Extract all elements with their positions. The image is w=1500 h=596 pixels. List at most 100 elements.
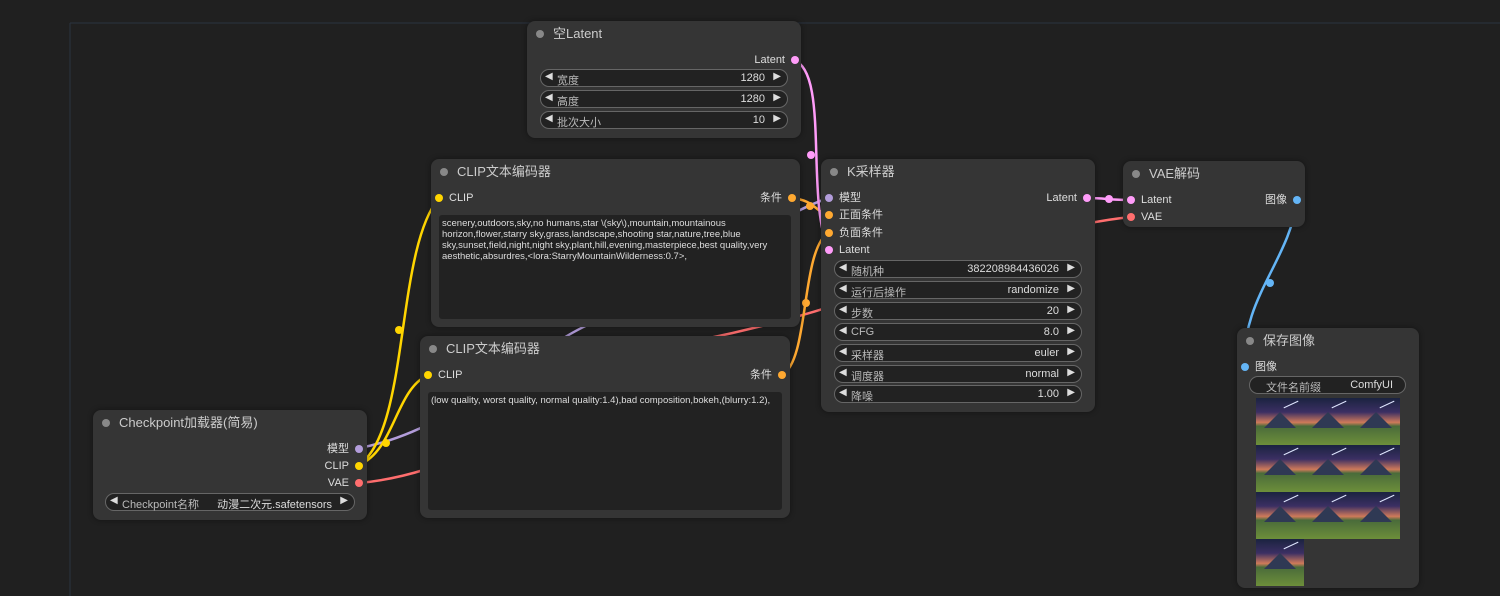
conditioning-pin-icon[interactable]	[825, 211, 833, 219]
node-title[interactable]: 空Latent	[527, 21, 801, 47]
latent-pin-icon[interactable]	[825, 246, 833, 254]
conditioning-pin-icon[interactable]	[778, 371, 786, 379]
output-latent[interactable]: Latent	[754, 53, 799, 67]
next-arrow-icon[interactable]: ▶	[1067, 346, 1075, 357]
vae-pin-icon[interactable]	[1127, 213, 1135, 221]
input-image[interactable]: 图像	[1241, 360, 1277, 374]
denoise-widget[interactable]: ◀ 降噪 1.00 ▶	[834, 385, 1082, 403]
decrement-arrow-icon[interactable]: ◀	[839, 262, 847, 273]
node-clip-text-positive[interactable]: CLIP文本编码器 CLIP 条件 scenery,outdoors,sky,n…	[431, 159, 800, 327]
prev-arrow-icon[interactable]: ◀	[839, 367, 847, 378]
input-vae[interactable]: VAE	[1127, 210, 1162, 224]
increment-arrow-icon[interactable]: ▶	[1067, 262, 1075, 273]
node-title[interactable]: Checkpoint加载器(简易)	[93, 410, 367, 436]
output-clip[interactable]: CLIP	[325, 459, 363, 473]
sampler-widget[interactable]: ◀ 采样器 euler ▶	[834, 344, 1082, 362]
preview-thumbnail[interactable]	[1304, 398, 1352, 445]
increment-arrow-icon[interactable]: ▶	[1067, 387, 1075, 398]
height-widget[interactable]: ◀ 高度 1280 ▶	[540, 90, 788, 108]
prev-arrow-icon[interactable]: ◀	[110, 495, 118, 506]
collapse-dot-icon[interactable]	[429, 345, 437, 353]
batch-size-widget[interactable]: ◀ 批次大小 10 ▶	[540, 111, 788, 129]
input-negative[interactable]: 负面条件	[825, 226, 883, 240]
output-vae[interactable]: VAE	[328, 476, 363, 490]
cfg-widget[interactable]: ◀ CFG 8.0 ▶	[834, 323, 1082, 341]
prompt-textarea[interactable]: (low quality, worst quality, normal qual…	[428, 392, 782, 510]
preview-thumbnail[interactable]	[1352, 398, 1400, 445]
increment-arrow-icon[interactable]: ▶	[773, 92, 781, 103]
preview-thumbnail[interactable]	[1256, 445, 1304, 492]
next-arrow-icon[interactable]: ▶	[1067, 367, 1075, 378]
clip-pin-icon[interactable]	[435, 194, 443, 202]
decrement-arrow-icon[interactable]: ◀	[839, 325, 847, 336]
output-model[interactable]: 模型	[327, 442, 363, 456]
conditioning-pin-icon[interactable]	[788, 194, 796, 202]
scheduler-widget[interactable]: ◀ 调度器 normal ▶	[834, 365, 1082, 383]
prev-arrow-icon[interactable]: ◀	[839, 283, 847, 294]
image-pin-icon[interactable]	[1293, 196, 1301, 204]
preview-thumbnail[interactable]	[1256, 492, 1304, 539]
node-checkpoint-loader[interactable]: Checkpoint加载器(简易) 模型 CLIP VAE ◀ Checkpoin…	[93, 410, 367, 520]
preview-thumbnail[interactable]	[1256, 398, 1304, 445]
steps-widget[interactable]: ◀ 步数 20 ▶	[834, 302, 1082, 320]
vae-pin-icon[interactable]	[355, 479, 363, 487]
prompt-textarea[interactable]: scenery,outdoors,sky,no humans,star \(sk…	[439, 215, 791, 319]
control-after-generate-widget[interactable]: ◀ 运行后操作 randomize ▶	[834, 281, 1082, 299]
clip-pin-icon[interactable]	[424, 371, 432, 379]
collapse-dot-icon[interactable]	[440, 168, 448, 176]
image-preview-grid[interactable]	[1256, 398, 1400, 586]
decrement-arrow-icon[interactable]: ◀	[545, 113, 553, 124]
preview-thumbnail[interactable]	[1352, 445, 1400, 492]
model-pin-icon[interactable]	[825, 194, 833, 202]
input-clip[interactable]: CLIP	[435, 191, 473, 205]
decrement-arrow-icon[interactable]: ◀	[839, 304, 847, 315]
filename-prefix-widget[interactable]: 文件名前缀 ComfyUI	[1249, 376, 1406, 394]
node-canvas[interactable]: 空Latent Latent ◀ 宽度 1280 ▶ ◀ 高度 1280 ▶ ◀ 批次大小 10…	[0, 0, 1500, 596]
input-positive[interactable]: 正面条件	[825, 208, 883, 222]
input-latent[interactable]: Latent	[825, 243, 870, 257]
decrement-arrow-icon[interactable]: ◀	[839, 387, 847, 398]
node-title[interactable]: CLIP文本编码器	[431, 159, 800, 185]
decrement-arrow-icon[interactable]: ◀	[545, 92, 553, 103]
preview-thumbnail[interactable]	[1352, 492, 1400, 539]
prev-arrow-icon[interactable]: ◀	[839, 346, 847, 357]
latent-pin-icon[interactable]	[1127, 196, 1135, 204]
collapse-dot-icon[interactable]	[830, 168, 838, 176]
input-latent[interactable]: Latent	[1127, 193, 1172, 207]
image-pin-icon[interactable]	[1241, 363, 1249, 371]
conditioning-pin-icon[interactable]	[825, 229, 833, 237]
node-title[interactable]: 保存图像	[1237, 328, 1419, 354]
latent-pin-icon[interactable]	[1083, 194, 1091, 202]
output-latent[interactable]: Latent	[1046, 191, 1091, 205]
seed-widget[interactable]: ◀ 随机种 382208984436026 ▶	[834, 260, 1082, 278]
node-empty-latent[interactable]: 空Latent Latent ◀ 宽度 1280 ▶ ◀ 高度 1280 ▶ ◀ 批次大小 10…	[527, 21, 801, 138]
output-conditioning[interactable]: 条件	[750, 368, 786, 382]
node-clip-text-negative[interactable]: CLIP文本编码器 CLIP 条件 (low quality, worst qu…	[420, 336, 790, 518]
model-pin-icon[interactable]	[355, 445, 363, 453]
next-arrow-icon[interactable]: ▶	[1067, 283, 1075, 294]
collapse-dot-icon[interactable]	[1246, 337, 1254, 345]
latent-pin-icon[interactable]	[791, 56, 799, 64]
increment-arrow-icon[interactable]: ▶	[1067, 304, 1075, 315]
input-model[interactable]: 模型	[825, 191, 861, 205]
collapse-dot-icon[interactable]	[102, 419, 110, 427]
width-widget[interactable]: ◀ 宽度 1280 ▶	[540, 69, 788, 87]
node-title[interactable]: VAE解码	[1123, 161, 1305, 187]
clip-pin-icon[interactable]	[355, 462, 363, 470]
increment-arrow-icon[interactable]: ▶	[773, 113, 781, 124]
preview-thumbnail[interactable]	[1304, 445, 1352, 492]
increment-arrow-icon[interactable]: ▶	[1067, 325, 1075, 336]
decrement-arrow-icon[interactable]: ◀	[545, 71, 553, 82]
output-conditioning[interactable]: 条件	[760, 191, 796, 205]
collapse-dot-icon[interactable]	[536, 30, 544, 38]
checkpoint-name-widget[interactable]: ◀ Checkpoint名称 动漫二次元.safetensors ▶	[105, 493, 355, 511]
node-save-image[interactable]: 保存图像 图像 文件名前缀 ComfyUI	[1237, 328, 1419, 588]
output-image[interactable]: 图像	[1265, 193, 1301, 207]
next-arrow-icon[interactable]: ▶	[340, 495, 348, 506]
input-clip[interactable]: CLIP	[424, 368, 462, 382]
node-title[interactable]: K采样器	[821, 159, 1095, 185]
preview-thumbnail[interactable]	[1256, 539, 1304, 586]
node-ksampler[interactable]: K采样器 模型 正面条件 负面条件 Latent Latent ◀ 随机种 3822…	[821, 159, 1095, 412]
collapse-dot-icon[interactable]	[1132, 170, 1140, 178]
node-title[interactable]: CLIP文本编码器	[420, 336, 790, 362]
